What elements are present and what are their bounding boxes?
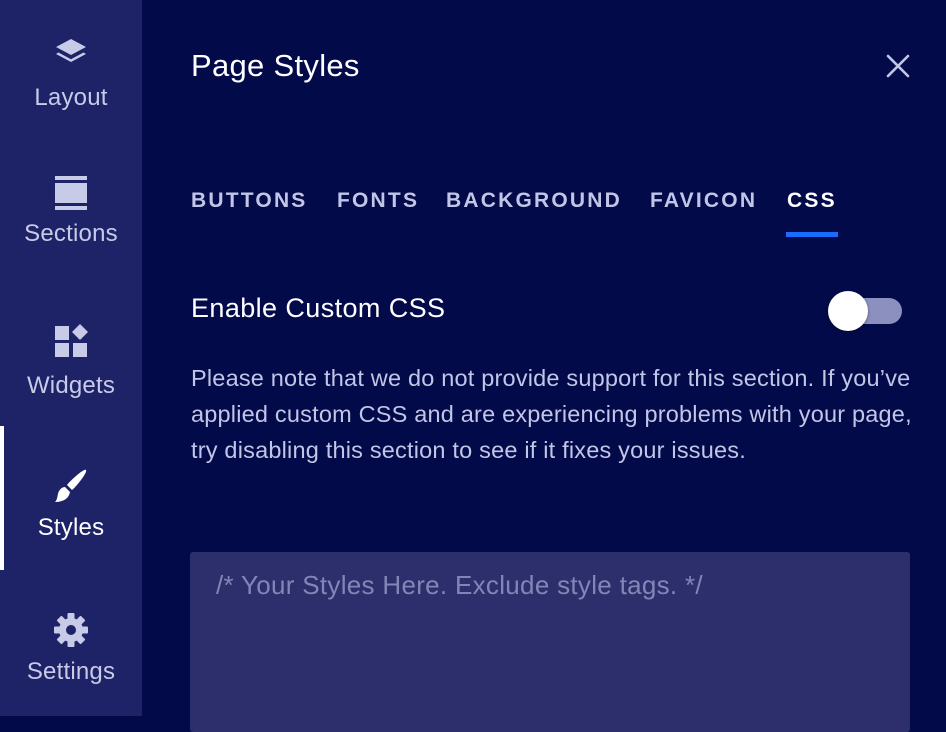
page-styles-panel: Page Styles BUTTONS FONTS BACKGROUND FAV…	[142, 0, 946, 732]
enable-custom-css-label: Enable Custom CSS	[191, 293, 446, 323]
sidebar-item-label: Layout	[34, 84, 108, 111]
active-tab-indicator	[786, 232, 838, 237]
tab-css[interactable]: CSS	[787, 189, 837, 213]
sidebar-item-styles[interactable]: Styles	[0, 426, 142, 570]
sidebar-item-widgets[interactable]: Widgets	[0, 288, 142, 432]
tab-favicon[interactable]: FAVICON	[650, 189, 757, 213]
enable-custom-css-toggle[interactable]	[828, 290, 904, 331]
sidebar-item-label: Styles	[37, 514, 105, 541]
close-icon	[886, 54, 910, 78]
sidebar-item-label: Widgets	[26, 372, 116, 399]
toggle-knob	[828, 291, 868, 331]
tab-fonts[interactable]: FONTS	[337, 189, 419, 213]
layers-icon	[0, 36, 142, 70]
tab-background[interactable]: BACKGROUND	[446, 189, 622, 213]
custom-css-editor[interactable]	[190, 552, 910, 732]
brush-icon	[0, 468, 142, 504]
sidebar-item-layout[interactable]: Layout	[0, 0, 142, 144]
close-button[interactable]	[884, 52, 912, 80]
page-title: Page Styles	[191, 48, 360, 83]
support-notice: Please note that we do not provide suppo…	[191, 365, 912, 463]
sidebar-item-label: Settings	[26, 658, 116, 685]
tab-buttons[interactable]: BUTTONS	[191, 189, 308, 213]
sections-icon	[0, 175, 142, 211]
sidebar-item-sections[interactable]: Sections	[0, 144, 142, 288]
sidebar: Layout Sections Widgets Styles Settings	[0, 0, 142, 716]
gear-icon	[0, 612, 142, 648]
widgets-icon	[0, 324, 142, 358]
sidebar-item-settings[interactable]: Settings	[0, 572, 142, 716]
sidebar-item-label: Sections	[24, 220, 118, 247]
